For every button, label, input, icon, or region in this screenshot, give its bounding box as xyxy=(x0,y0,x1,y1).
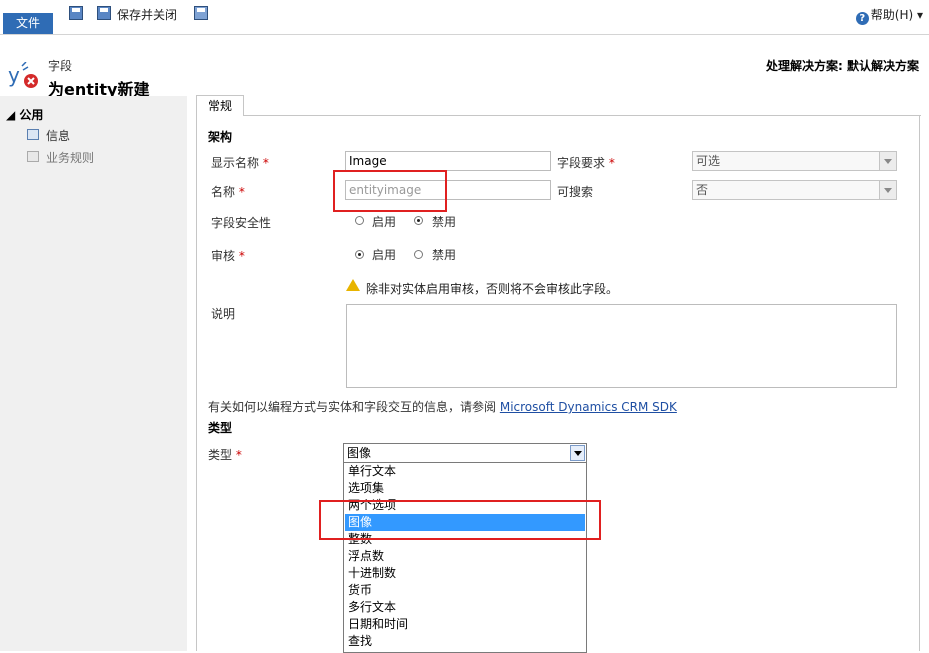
type-option-lookup[interactable]: 查找 xyxy=(345,633,585,650)
save-and-close-icon[interactable] xyxy=(97,6,111,20)
display-name-label-text: 显示名称 xyxy=(211,156,260,170)
field-security-label: 字段安全性 xyxy=(211,216,272,230)
required-marker: * xyxy=(238,249,245,263)
type-label: 类型 * xyxy=(208,446,242,463)
sidebar-group-common[interactable]: ◢ 公用 xyxy=(6,106,43,123)
field-requirement-label: 字段要求 * xyxy=(557,154,615,171)
name-label: 名称 * xyxy=(211,183,245,200)
audit-enable-radio[interactable] xyxy=(355,250,364,259)
searchable-select[interactable]: 否 xyxy=(692,180,897,200)
display-name-input[interactable]: Image xyxy=(345,151,551,171)
field-security-enable-radio[interactable] xyxy=(355,216,364,225)
chevron-down-icon xyxy=(879,181,896,199)
annotation-box-image-option xyxy=(319,500,601,540)
field-requirement-value: 可选 xyxy=(696,154,721,168)
sidebar-item-business-rules[interactable]: 业务规则 xyxy=(46,149,94,166)
file-tab[interactable]: 文件 xyxy=(3,13,53,34)
searchable-value: 否 xyxy=(696,183,709,197)
field-security-disable-radio[interactable] xyxy=(414,216,423,225)
field-entity-icon: y xyxy=(8,62,38,88)
chevron-down-icon[interactable] xyxy=(570,445,585,461)
audit-disable-radio[interactable] xyxy=(414,250,423,259)
audit-disable-label: 禁用 xyxy=(432,248,457,262)
field-security-disable-label: 禁用 xyxy=(432,215,457,229)
type-option-date-time[interactable]: 日期和时间 xyxy=(345,616,585,633)
type-select[interactable]: 图像 xyxy=(343,443,587,463)
required-marker: * xyxy=(238,185,245,199)
entity-type-label: 字段 xyxy=(48,59,73,73)
type-selected-value: 图像 xyxy=(347,446,372,460)
type-option-option-set[interactable]: 选项集 xyxy=(345,480,585,497)
type-option-currency[interactable]: 货币 xyxy=(345,582,585,599)
searchable-label: 可搜索 xyxy=(557,185,594,199)
tab-divider xyxy=(196,115,921,116)
sdk-info-label: 有关如何以编程方式与实体和字段交互的信息，请参阅 xyxy=(208,400,497,414)
tab-general[interactable]: 常规 xyxy=(196,95,244,116)
type-option-decimal[interactable]: 十进制数 xyxy=(345,565,585,582)
description-textarea[interactable] xyxy=(346,304,897,388)
rules-icon xyxy=(27,151,39,162)
audit-label: 审核 * xyxy=(211,247,245,264)
question-mark-icon: ? xyxy=(855,12,869,25)
audit-label-text: 审核 xyxy=(211,249,236,263)
audit-enable-label: 启用 xyxy=(372,248,397,262)
sdk-link[interactable]: Microsoft Dynamics CRM SDK xyxy=(500,400,677,414)
sidebar xyxy=(0,96,187,651)
description-label: 说明 xyxy=(211,307,236,321)
field-requirement-label-text: 字段要求 xyxy=(557,156,606,170)
type-option-single-line-text[interactable]: 单行文本 xyxy=(345,463,585,480)
warning-icon xyxy=(346,279,360,291)
save-icon[interactable] xyxy=(69,6,83,20)
type-option-multiple-lines[interactable]: 多行文本 xyxy=(345,599,585,616)
sdk-info-text: 有关如何以编程方式与实体和字段交互的信息，请参阅 Microsoft Dynam… xyxy=(208,398,677,415)
svg-text:y: y xyxy=(8,63,20,87)
field-requirement-select[interactable]: 可选 xyxy=(692,151,897,171)
type-option-floating-point[interactable]: 浮点数 xyxy=(345,548,585,565)
annotation-box-name xyxy=(333,170,447,212)
type-label-text: 类型 xyxy=(208,448,233,462)
sidebar-item-info[interactable]: 信息 xyxy=(46,127,70,144)
required-marker: * xyxy=(262,156,269,170)
solution-label: 处理解决方案: 默认解决方案 xyxy=(766,59,919,73)
required-marker: * xyxy=(235,448,242,462)
help-label: 帮助(H) xyxy=(870,8,914,22)
audit-warning-text: 除非对实体启用审核，否则将不会审核此字段。 xyxy=(366,282,619,296)
form-properties-icon[interactable] xyxy=(194,6,208,20)
type-section-title: 类型 xyxy=(208,421,233,435)
help-button[interactable]: ? 帮助(H) ▾ xyxy=(855,6,923,25)
save-and-close-button[interactable]: 保存并关闭 xyxy=(117,6,177,23)
sidebar-group-label: 公用 xyxy=(19,108,44,122)
schema-section-title: 架构 xyxy=(208,130,233,144)
field-security-enable-label: 启用 xyxy=(372,215,397,229)
display-name-label: 显示名称 * xyxy=(211,154,269,171)
type-dropdown-list: 单行文本 选项集 两个选项 图像 整数 浮点数 十进制数 货币 多行文本 日期和… xyxy=(343,463,587,653)
form-icon xyxy=(27,129,39,140)
name-label-text: 名称 xyxy=(211,185,236,199)
required-marker: * xyxy=(608,156,615,170)
chevron-down-icon xyxy=(879,152,896,170)
